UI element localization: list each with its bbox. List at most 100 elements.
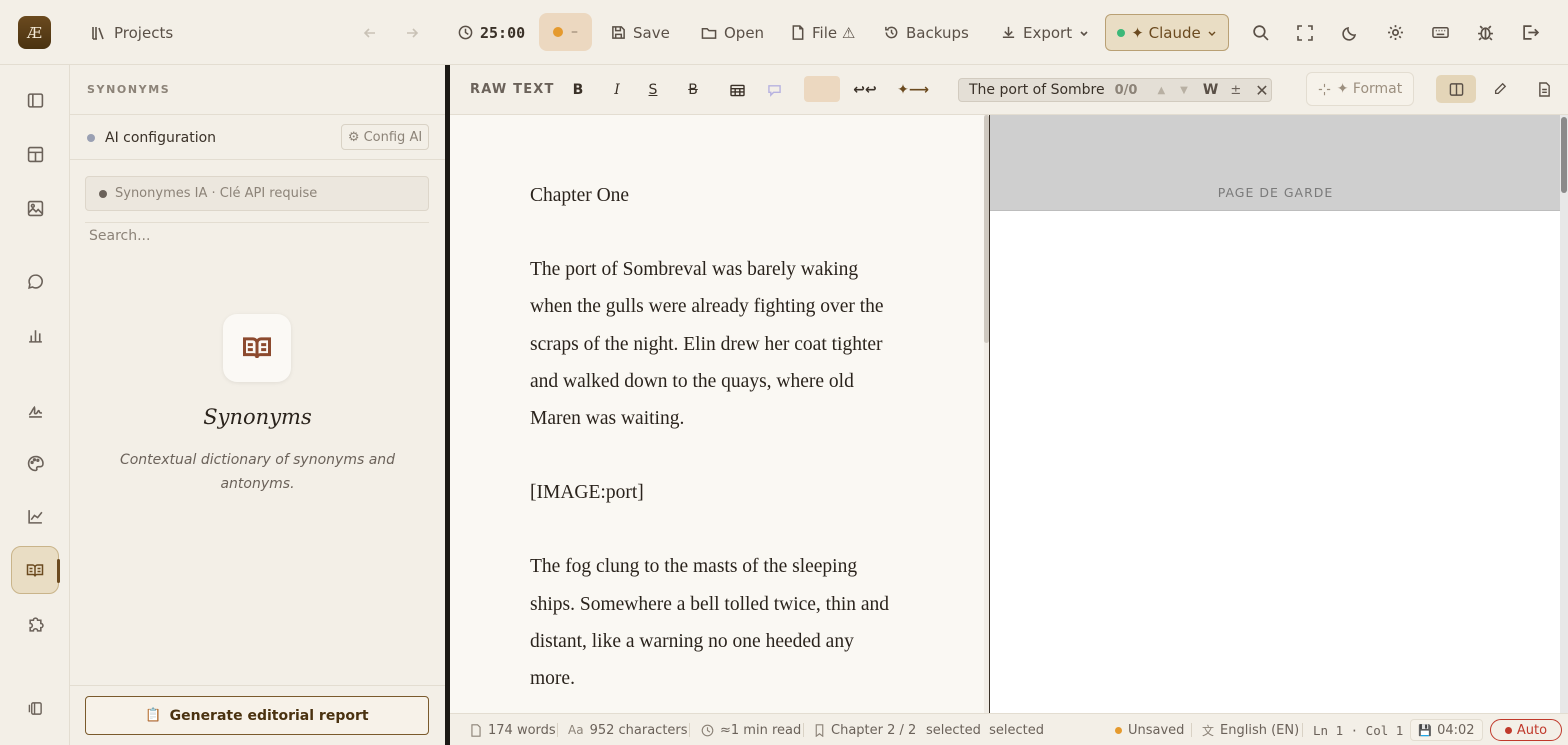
auto-label: Auto (1516, 722, 1548, 738)
file-button[interactable]: File ⚠ (791, 0, 855, 65)
chat-bubble-icon (27, 273, 43, 289)
empty-state-icon (223, 314, 291, 382)
divider (70, 685, 445, 686)
split-view-icon (1449, 82, 1463, 96)
projects-label: Projects (114, 23, 174, 42)
ai-status-dot (1117, 28, 1126, 37)
search-button[interactable] (1252, 0, 1269, 65)
rail-image[interactable] (11, 184, 59, 232)
editor-content[interactable]: Chapter One The port of Sombreval was ba… (530, 177, 890, 713)
strikethrough-button[interactable]: B (678, 75, 708, 105)
image-icon (27, 200, 43, 216)
api-key-notice: Synonymes IA · Clé API requise (85, 176, 429, 211)
generate-report-button[interactable]: 📋 Generate editorial report (85, 696, 429, 735)
ai-model-selector[interactable]: ✦ Claude (1105, 14, 1229, 51)
backups-button[interactable]: Backups (884, 0, 969, 65)
pomodoro-status: – (571, 24, 578, 40)
read-time: ≈1 min read (701, 714, 801, 745)
logout-button[interactable] (1522, 0, 1539, 65)
match-case-toggle[interactable]: ± (1230, 83, 1241, 98)
projects-button[interactable]: Projects (91, 0, 173, 65)
config-ai-button[interactable]: ⚙ Config AI (341, 124, 429, 150)
redo-button[interactable] (404, 0, 420, 65)
open-button[interactable]: Open (701, 0, 764, 65)
page-label: PAGE DE GARDE (1217, 185, 1334, 200)
synonyms-panel: SYNONYMS AI configuration ⚙ Config AI Sy… (70, 65, 445, 745)
generate-report-label: Generate editorial report (169, 707, 369, 724)
highlight-color-button[interactable] (804, 76, 840, 102)
comment-button[interactable] (759, 75, 789, 105)
settings-button[interactable] (1387, 0, 1404, 65)
italic-button[interactable]: I (602, 75, 632, 105)
rail-layout[interactable] (11, 130, 59, 178)
whole-word-toggle[interactable]: W (1203, 82, 1218, 98)
export-label: Export (1023, 23, 1073, 42)
rail-chat[interactable] (11, 257, 59, 305)
rail-palette[interactable] (11, 439, 59, 487)
cursor-position: Ln 1 · Col 1 (1313, 722, 1404, 738)
export-button[interactable]: Export (1001, 0, 1089, 65)
preview-scrollbar[interactable] (1560, 115, 1568, 713)
logout-icon (1523, 25, 1539, 40)
open-book-icon (26, 563, 44, 577)
rail-sidebar-toggle[interactable] (11, 76, 59, 124)
icon-rail (0, 65, 70, 745)
find-match-count: 0/0 (1114, 82, 1138, 98)
table-button[interactable] (722, 75, 752, 105)
preview-view-button[interactable] (1524, 75, 1564, 103)
status-bar: 174 words Aa 952 characters ≈1 min read … (450, 713, 1568, 745)
format-button[interactable]: ✦ Format (1306, 72, 1414, 106)
synonym-search-input[interactable] (85, 222, 429, 248)
divider (1191, 723, 1192, 737)
auto-save-toggle[interactable]: Auto (1490, 719, 1562, 741)
timer[interactable]: 25:00 (458, 0, 525, 65)
underline-button[interactable]: S (638, 75, 668, 105)
file-label: File ⚠ (812, 23, 856, 42)
scrollbar-thumb[interactable] (1561, 117, 1567, 193)
pomodoro-toggle[interactable]: – (539, 13, 592, 51)
find-nav-arrows[interactable]: ▲▼ (1157, 85, 1202, 96)
ai-configuration-row: AI configuration ⚙ Config AI (87, 124, 429, 151)
divider (557, 723, 558, 737)
chapter-heading: Chapter One (530, 185, 630, 206)
rail-plugins[interactable] (11, 600, 59, 648)
save-button[interactable]: Save (611, 0, 670, 65)
fullscreen-button[interactable] (1297, 0, 1313, 65)
rail-collapse[interactable] (11, 684, 59, 732)
ai-status-dot (87, 134, 95, 142)
split-view-button[interactable] (1436, 75, 1476, 103)
rail-analytics[interactable] (11, 492, 59, 540)
line-break-button[interactable]: ↩↩ (847, 75, 883, 105)
pomodoro-dot (553, 27, 563, 37)
autosave-time: 💾 04:02 (1410, 719, 1483, 741)
folder-open-icon (701, 28, 717, 39)
edit-view-button[interactable] (1480, 75, 1520, 103)
save-status: Unsaved (1115, 714, 1184, 745)
find-query[interactable]: The port of Sombre (969, 82, 1105, 98)
undo-button[interactable] (362, 0, 378, 65)
dark-mode-toggle[interactable] (1342, 0, 1358, 65)
language-selector[interactable]: 文 English (EN) (1202, 714, 1299, 745)
bold-button[interactable]: B (563, 75, 593, 105)
chapter-indicator[interactable]: Chapter 2 / 2 (814, 714, 916, 745)
rail-signature[interactable] (11, 385, 59, 433)
rail-statistics[interactable] (11, 311, 59, 359)
keyboard-shortcuts-button[interactable] (1432, 0, 1449, 65)
rail-synonyms[interactable] (11, 546, 60, 594)
arrow-right-icon (407, 27, 419, 38)
insert-scene-break-button[interactable]: ✦⟶ (895, 75, 931, 105)
divider (689, 723, 690, 737)
text-editor[interactable]: Chapter One The port of Sombreval was ba… (450, 115, 984, 713)
signature-icon (28, 405, 42, 418)
divider (70, 159, 445, 160)
close-icon[interactable]: ✕ (1255, 81, 1268, 100)
paragraph: The fog clung to the masts of the sleepi… (530, 556, 890, 690)
panel-title: SYNONYMS (87, 83, 171, 96)
debug-button[interactable] (1477, 0, 1494, 65)
palette-icon (27, 455, 44, 471)
paragraph: The port of Sombreval was barely waking … (530, 259, 884, 430)
editor-mode-label: RAW TEXT (470, 82, 555, 97)
bookmark-icon (815, 723, 824, 737)
app-logo[interactable]: Æ (18, 16, 51, 49)
empty-state-title: Synonyms (203, 405, 312, 429)
